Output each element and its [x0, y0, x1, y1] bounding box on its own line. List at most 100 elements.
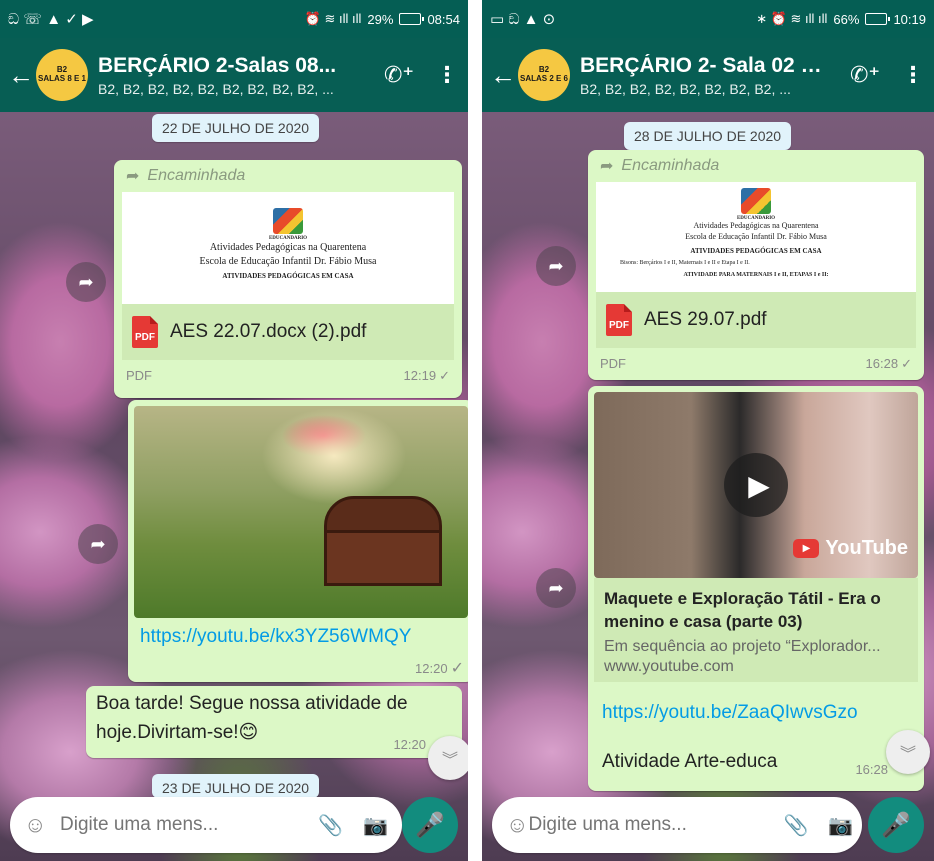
youtube-brand-text: YouTube: [825, 537, 908, 559]
video-site: www.youtube.com: [604, 657, 734, 675]
emoji-icon[interactable]: ☺: [24, 812, 60, 838]
avatar-label-bottom: SALAS 2 E 6: [519, 74, 568, 83]
document-message[interactable]: ➦ Encaminhada EDUCANDARIO Atividades Ped…: [588, 150, 924, 380]
phone-screen-left: ඞ ☏ ▲ ✓ ▶ ⏰ ≋ ıll ıll 29% 08:54 ← B2 SAL…: [0, 0, 468, 861]
chat-header: ← B2 SALAS 2 E 6 BERÇÁRIO 2- Sala 02 e..…: [482, 38, 934, 112]
chat-title-area[interactable]: BERÇÁRIO 2-Salas 08... B2, B2, B2, B2, B…: [98, 54, 362, 97]
document-type: PDF: [600, 356, 626, 371]
menu-icon[interactable]: ⋮: [902, 62, 924, 88]
message-time: 16:28: [865, 356, 899, 371]
document-preview[interactable]: EDUCANDARIO Atividades Pedagógicas na Qu…: [122, 192, 454, 304]
chat-participants: B2, B2, B2, B2, B2, B2, B2, B2, ...: [580, 80, 791, 97]
link-preview-info[interactable]: Maquete e Exploração Tátil - Era o menin…: [594, 578, 918, 682]
chat-title: BERÇÁRIO 2- Sala 02 e...: [580, 53, 828, 77]
pdf-file-icon: PDF: [606, 304, 632, 336]
share-icon[interactable]: ➦: [536, 568, 576, 608]
youtube-logo: ▶ YouTube: [793, 537, 908, 560]
signal-icons: ∗ ⏰ ≋ ıll ıll: [756, 11, 828, 26]
battery-percent: 66%: [833, 11, 860, 27]
camera-icon[interactable]: 📷: [828, 813, 853, 838]
message-time: 12:19: [403, 368, 437, 383]
share-icon[interactable]: ➦: [78, 524, 118, 564]
pdf-file-icon: PDF: [132, 316, 158, 348]
share-icon[interactable]: ➦: [66, 262, 106, 302]
message-time: 12:20: [415, 661, 448, 676]
signal-icons: ⏰ ≋ ıll ıll: [304, 11, 362, 26]
mic-icon[interactable]: 🎤: [868, 797, 924, 853]
status-bar: ▭ ඞ ▲ ⊙ ∗ ⏰ ≋ ıll ıll 66% 10:19: [482, 0, 934, 38]
doc-line: Escola de Educação Infantil Dr. Fábio Mu…: [199, 255, 377, 267]
camera-icon[interactable]: 📷: [363, 813, 388, 838]
notification-icons: ඞ ☏ ▲ ✓ ▶: [8, 11, 94, 28]
doc-line: ATIVIDADE PARA MATERNAIS I e II, ETAPAS …: [683, 272, 829, 279]
attach-icon[interactable]: 📎: [318, 813, 343, 838]
school-logo: [741, 188, 771, 214]
add-call-icon[interactable]: ✆⁺: [850, 62, 880, 88]
message-text: Atividade Arte-educa: [602, 751, 778, 772]
chat-participants: B2, B2, B2, B2, B2, B2, B2, B2, B2, ...: [98, 80, 334, 97]
forwarded-text: Encaminhada: [147, 167, 246, 184]
chat-title-area[interactable]: BERÇÁRIO 2- Sala 02 e... B2, B2, B2, B2,…: [580, 54, 828, 97]
share-icon[interactable]: ➦: [536, 246, 576, 286]
image-link-message[interactable]: https://youtu.be/kx3YZ56WMQY 12:20 ✓: [128, 400, 468, 682]
forward-icon: ➦: [600, 158, 614, 175]
back-arrow-icon[interactable]: ←: [488, 60, 518, 91]
link-thumbnail-image[interactable]: [134, 406, 468, 618]
youtube-link[interactable]: https://youtu.be/ZaaQIwvsGzo: [602, 702, 858, 724]
chat-header: ← B2 SALAS 8 E 1 BERÇÁRIO 2-Salas 08... …: [0, 38, 468, 112]
sent-tick-icon: ✓: [450, 660, 464, 677]
message-composer: ☺ 📎 📷: [10, 797, 402, 853]
play-icon[interactable]: ▶: [724, 453, 788, 517]
document-meta: PDF 16:28 ✓: [588, 348, 924, 380]
scroll-down-icon[interactable]: ︾: [428, 736, 468, 780]
document-preview[interactable]: EDUCANDARIO Atividades Pedagógicas na Qu…: [596, 182, 916, 292]
message-time: 12:20: [393, 737, 426, 752]
sent-tick-icon: ✓: [439, 368, 450, 383]
document-type: PDF: [126, 368, 152, 383]
treasure-chest-image: [324, 496, 442, 586]
message-time: 16:28: [855, 762, 888, 777]
text-message[interactable]: Boa tarde! Segue nossa atividade de hoje…: [86, 686, 462, 758]
emoji-icon[interactable]: ☺: [506, 812, 528, 838]
clock: 10:19: [893, 11, 926, 27]
attach-icon[interactable]: 📎: [783, 813, 808, 838]
message-composer: ☺ 📎 📷: [492, 797, 862, 853]
date-chip: 28 DE JULHO DE 2020: [624, 122, 792, 150]
group-avatar[interactable]: B2 SALAS 8 E 1: [36, 49, 88, 101]
document-file-row[interactable]: PDF AES 29.07.pdf: [596, 292, 916, 348]
battery-icon: [399, 13, 425, 25]
document-file-row[interactable]: PDF AES 22.07.docx (2).pdf: [122, 304, 454, 360]
document-name: AES 22.07.docx (2).pdf: [170, 321, 367, 342]
sent-tick-icon: ✓: [901, 356, 912, 371]
avatar-label-bottom: SALAS 8 E 1: [37, 74, 86, 83]
document-message[interactable]: ➦ Encaminhada EDUCANDARIO Atividades Ped…: [114, 160, 462, 398]
youtube-play-icon: ▶: [793, 539, 820, 558]
doc-line: Atividades Pedagógicas na Quarentena: [693, 221, 819, 230]
forwarded-label: ➦ Encaminhada: [114, 160, 462, 188]
doc-line: Atividades Pedagógicas na Quarentena: [209, 242, 367, 253]
message-input[interactable]: [60, 814, 309, 836]
add-call-icon[interactable]: ✆⁺: [384, 62, 414, 88]
doc-line: Bisons: Berçários I e II, Maternais I e …: [620, 260, 750, 267]
group-avatar[interactable]: B2 SALAS 2 E 6: [518, 49, 570, 101]
school-logo: [273, 208, 303, 234]
clock: 08:54: [427, 11, 460, 27]
youtube-link[interactable]: https://youtu.be/kx3YZ56WMQY: [140, 626, 411, 648]
status-bar: ඞ ☏ ▲ ✓ ▶ ⏰ ≋ ıll ıll 29% 08:54: [0, 0, 468, 38]
phone-screen-right: ▭ ඞ ▲ ⊙ ∗ ⏰ ≋ ıll ıll 66% 10:19 ← B2 SAL…: [482, 0, 934, 861]
back-arrow-icon[interactable]: ←: [6, 60, 36, 91]
scroll-down-icon[interactable]: ︾: [886, 730, 930, 774]
message-input[interactable]: [528, 814, 774, 836]
document-name: AES 29.07.pdf: [644, 309, 767, 330]
forwarded-label: ➦ Encaminhada: [588, 150, 924, 178]
doc-line: Escola de Educação Infantil Dr. Fábio Mu…: [685, 231, 827, 241]
video-title: Maquete e Exploração Tátil - Era o menin…: [604, 589, 881, 631]
menu-icon[interactable]: ⋮: [436, 62, 458, 88]
mic-icon[interactable]: 🎤: [402, 797, 458, 853]
video-description: Em sequência ao projeto “Explorador...: [604, 637, 881, 655]
forwarded-text: Encaminhada: [621, 157, 720, 174]
date-chip: 23 DE JULHO DE 2020: [152, 774, 320, 798]
battery-percent: 29%: [367, 11, 394, 27]
video-thumbnail[interactable]: ▶ ▶ YouTube: [594, 392, 918, 578]
youtube-link-message[interactable]: ▶ ▶ YouTube Maquete e Exploração Tátil -…: [588, 386, 924, 791]
